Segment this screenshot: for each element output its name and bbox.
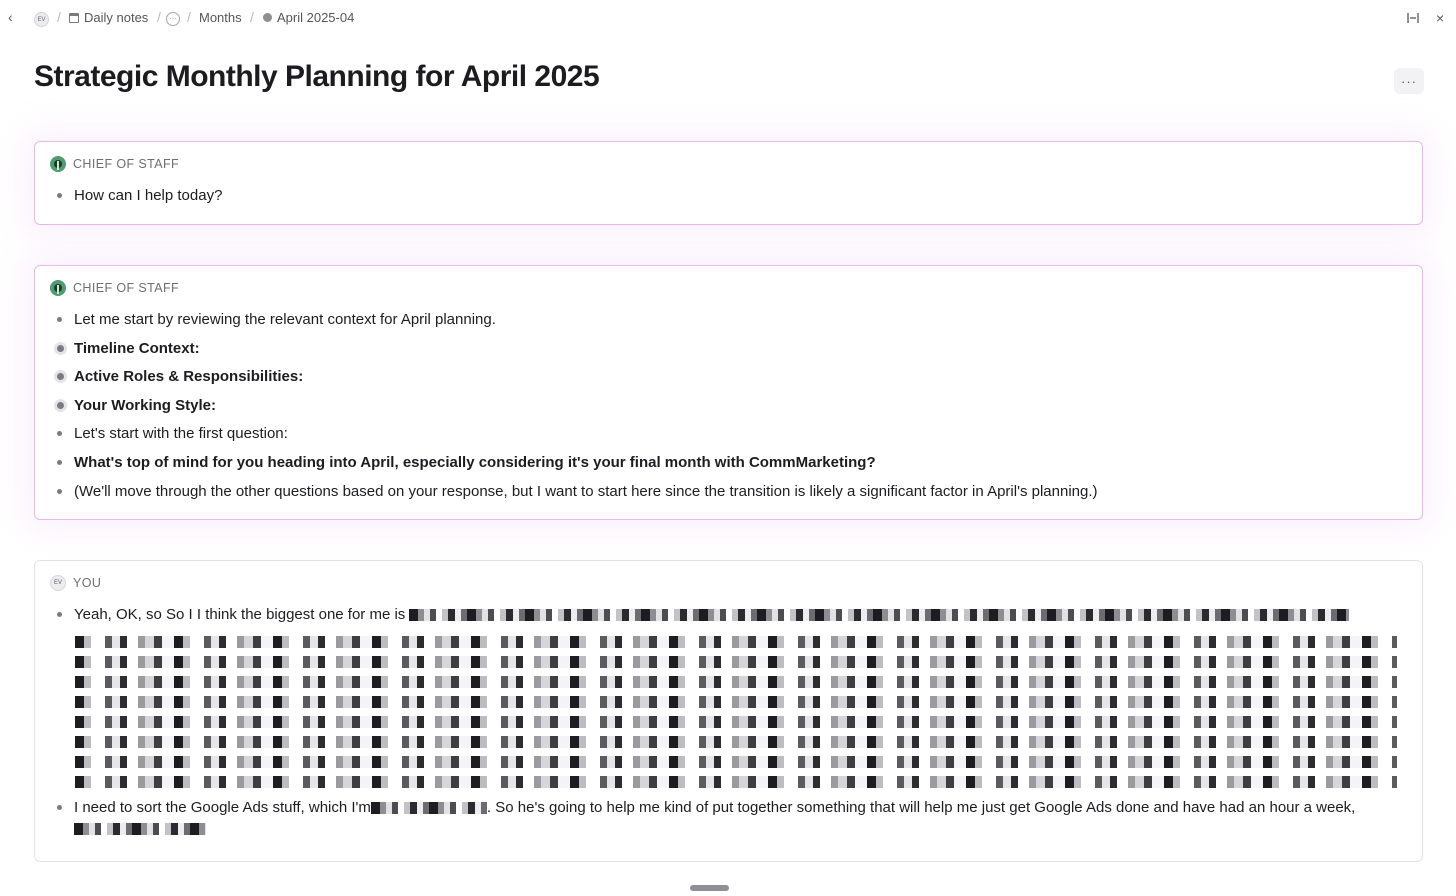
redacted-text <box>370 801 487 814</box>
more-options-button[interactable]: ··· <box>1394 68 1424 94</box>
message-text: Yeah, OK, so So I I think the biggest on… <box>74 606 406 623</box>
close-icon[interactable]: × <box>1436 10 1444 26</box>
breadcrumb-separator: / <box>57 9 61 25</box>
more-breadcrumbs-icon[interactable]: ··· <box>166 12 180 26</box>
status-dot-icon <box>263 13 272 22</box>
message-text: . So he's going to help me kind of put t… <box>486 798 1356 816</box>
list-item[interactable]: What's top of mind for you heading into … <box>55 452 1406 473</box>
list-item[interactable]: I need to sort the Google Ads stuff, whi… <box>55 797 1406 839</box>
breadcrumb-separator: / <box>250 9 254 25</box>
chat-message-card: CHIEF OF STAFF Let me start by reviewing… <box>34 265 1423 520</box>
collapsed-list-item[interactable]: Active Roles & Responsibilities: <box>54 366 1406 387</box>
breadcrumb-separator: / <box>187 9 191 25</box>
message-header: CHIEF OF STAFF <box>50 280 179 296</box>
message-author: CHIEF OF STAFF <box>73 281 180 295</box>
breadcrumb-current[interactable]: April 2025-04 <box>263 10 354 25</box>
breadcrumb-daily-notes-label: Daily notes <box>84 10 149 25</box>
collapse-panel-icon[interactable] <box>1406 11 1420 25</box>
list-item[interactable]: Let's start with the first question: <box>55 423 1406 444</box>
message-header: EV YOU <box>50 575 101 591</box>
message-author: YOU <box>73 576 102 590</box>
chevron-left-icon[interactable]: ‹ <box>8 9 22 29</box>
chat-message-card: CHIEF OF STAFF How can I help today? <box>34 141 1423 225</box>
user-avatar: EV <box>50 575 66 591</box>
redacted-text <box>409 609 1350 622</box>
breadcrumb-months[interactable]: Months <box>199 10 242 25</box>
resize-handle[interactable] <box>690 885 729 891</box>
avatar[interactable]: EV <box>34 12 49 27</box>
breadcrumb-separator: / <box>157 9 161 25</box>
page-title: Strategic Monthly Planning for April 202… <box>34 60 600 93</box>
redacted-text <box>74 822 206 835</box>
calendar-icon <box>69 12 79 23</box>
redacted-text-block <box>75 628 1397 788</box>
chat-message-card: EV YOU Yeah, OK, so So I I think the big… <box>34 560 1423 862</box>
message-text: I need to sort the Google Ads stuff, whi… <box>74 798 371 816</box>
bullet-list: Let me start by reviewing the relevant c… <box>54 309 1406 509</box>
assistant-avatar-icon <box>50 280 66 296</box>
collapsed-list-item[interactable]: Timeline Context: <box>54 338 1406 359</box>
message-header: CHIEF OF STAFF <box>50 156 179 172</box>
breadcrumb-current-label: April 2025-04 <box>277 10 355 25</box>
top-bar: ‹ EV / Daily notes / ··· / Months / Apri… <box>0 0 1456 38</box>
collapsed-list-item[interactable]: Your Working Style: <box>54 395 1406 416</box>
message-author: CHIEF OF STAFF <box>73 157 180 171</box>
list-item[interactable]: (We'll move through the other questions … <box>55 481 1406 502</box>
list-item[interactable]: How can I help today? <box>55 185 1406 206</box>
breadcrumb-daily-notes[interactable]: Daily notes <box>69 10 148 25</box>
assistant-avatar-icon <box>50 156 66 172</box>
list-item[interactable]: Let me start by reviewing the relevant c… <box>55 309 1406 330</box>
bullet-list: How can I help today? <box>55 185 1406 214</box>
